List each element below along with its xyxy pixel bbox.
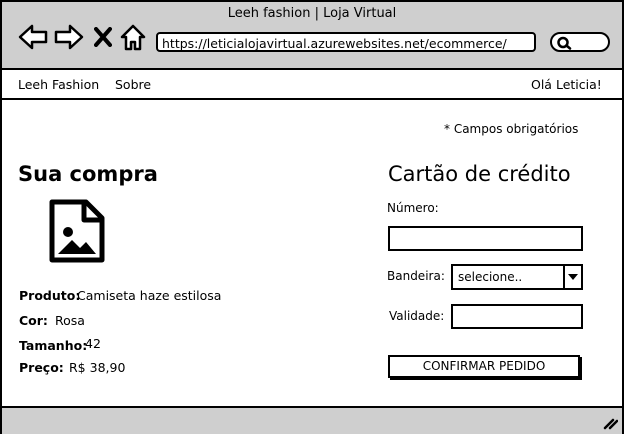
browser-chrome: Leeh fashion | Loja Virtual https://leti… [2,2,622,70]
size-value: 42 [85,336,101,351]
search-input[interactable] [550,32,610,52]
card-number-label: Número: [387,201,439,215]
expiry-input[interactable] [451,304,583,329]
card-brand-label: Bandeira: [387,269,445,283]
forward-arrow-icon[interactable] [54,24,84,50]
color-label: Cor: [19,313,48,328]
product-label: Produto: [19,288,81,303]
confirm-order-button[interactable]: CONFIRMAR PEDIDO [388,355,580,378]
home-icon[interactable] [120,24,146,52]
card-number-input[interactable] [388,226,583,251]
url-input[interactable]: https://leticialojavirtual.azurewebsites… [156,32,536,52]
close-x-icon[interactable] [94,27,112,47]
required-fields-note: * Campos obrigatórios [444,122,579,136]
card-brand-select[interactable]: selecione.. [451,264,583,290]
window-title: Leeh fashion | Loja Virtual [227,6,397,21]
price-value: R$ 38,90 [69,360,126,375]
image-icon [49,199,105,263]
search-icon [557,36,572,50]
purchase-title: Sua compra [18,162,158,186]
resize-grip-icon[interactable] [602,416,618,430]
price-label: Preço: [19,360,64,375]
back-arrow-icon[interactable] [18,24,48,50]
status-bar [2,406,622,434]
expiry-label: Validade: [389,309,445,323]
menu-about-link[interactable]: Sobre [115,77,151,92]
size-label: Tamanho: [19,338,88,353]
menu-bar: Leeh Fashion Sobre Olá Leticia! [2,70,622,100]
dropdown-toggle[interactable] [563,266,581,288]
credit-card-title: Cartão de crédito [388,162,571,186]
color-value: Rosa [55,313,85,328]
menu-brand-link[interactable]: Leeh Fashion [18,77,99,92]
user-greeting[interactable]: Olá Leticia! [531,77,602,92]
browser-window: Leeh fashion | Loja Virtual https://leti… [0,0,624,434]
card-brand-selected: selecione.. [458,270,523,284]
product-value: Camiseta haze estilosa [77,288,222,303]
chevron-down-icon [568,274,578,280]
